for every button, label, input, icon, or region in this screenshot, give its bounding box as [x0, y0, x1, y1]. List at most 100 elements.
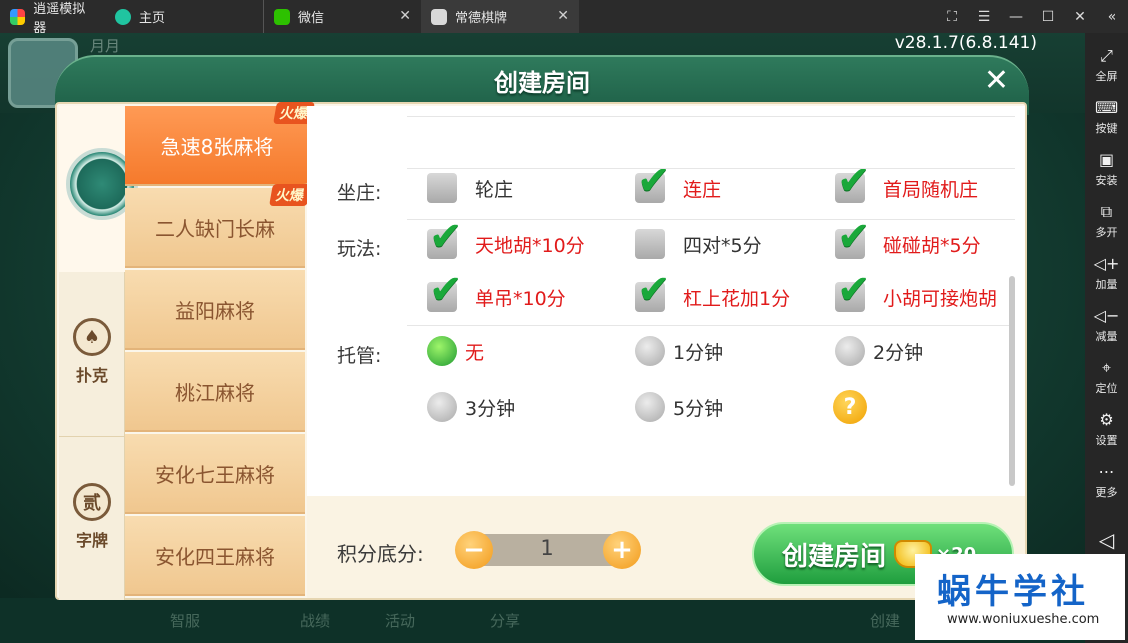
checkbox[interactable]: ✔ — [835, 270, 871, 312]
bottom-item[interactable]: 创建 — [870, 610, 900, 631]
checkbox[interactable]: ✔ — [427, 217, 463, 259]
banker-option[interactable]: ✔ 连庄 — [635, 161, 721, 203]
game-label: 二人缺门长麻 — [155, 216, 275, 241]
emulator-window: 逍遥模拟器 主页 微信 ✕ 常德棋牌 ✕ ⛶ ☰ — ☐ ✕ « 月月 ID:2 — [0, 0, 1128, 643]
collapse-icon[interactable]: « — [1096, 9, 1128, 25]
radio-button[interactable] — [635, 392, 665, 422]
sidebar-item-volume-down[interactable]: ◁− 减量 — [1085, 299, 1128, 351]
sidebar-label: 减量 — [1095, 329, 1118, 343]
auto-option[interactable]: 2分钟 — [835, 336, 923, 366]
divider — [407, 219, 1015, 220]
sidebar-item-volume-up[interactable]: ◁+ 加量 — [1085, 247, 1128, 299]
check-icon: ✔ — [837, 267, 871, 313]
option-label: 轮庄 — [475, 178, 514, 201]
volume-down-icon: ◁− — [1093, 305, 1120, 325]
game-item[interactable]: 安化四王麻将 — [125, 516, 305, 596]
close-icon[interactable]: ✕ — [1064, 9, 1096, 25]
score-stepper: 1 − + — [455, 531, 641, 569]
check-icon: ✔ — [837, 214, 871, 260]
watermark-url: www.woniuxueshe.com — [947, 612, 1100, 627]
bottom-item[interactable]: 分享 — [490, 610, 520, 631]
close-tab-icon[interactable]: ✕ — [557, 8, 569, 24]
checkbox[interactable]: ✔ — [635, 161, 671, 203]
auto-option[interactable]: 1分钟 — [635, 336, 723, 366]
play-option[interactable]: 四对*5分 — [635, 229, 762, 259]
check-icon: ✔ — [837, 158, 871, 204]
sidebar-item-install[interactable]: ▣ 安装 — [1085, 143, 1128, 195]
checkbox[interactable]: ✔ — [427, 270, 463, 312]
gear-icon: ⚙ — [1099, 409, 1114, 429]
scrollbar[interactable] — [1009, 276, 1015, 486]
option-label: 3分钟 — [465, 397, 516, 420]
plus-button[interactable]: + — [603, 531, 641, 569]
auto-label: 托管: — [337, 345, 382, 367]
sidebar-item-multi[interactable]: ⧉ 多开 — [1085, 195, 1128, 247]
sidebar-label: 安装 — [1095, 173, 1118, 187]
dialog-title: 创建房间 — [494, 69, 590, 97]
radio-button[interactable] — [427, 392, 457, 422]
game-label: 桃江麻将 — [175, 380, 255, 405]
sidebar-item-more[interactable]: ⋯ 更多 — [1085, 455, 1128, 507]
game-item[interactable]: 二人缺门长麻 火爆 — [125, 184, 311, 268]
location-icon: ⌖ — [1101, 357, 1111, 377]
sidebar-label: 更多 — [1095, 485, 1118, 499]
bottom-item[interactable]: 智服 — [170, 610, 200, 631]
tab-home[interactable]: 主页 — [105, 0, 263, 33]
menu-icon[interactable]: ☰ — [968, 9, 1000, 25]
fullscreen-icon[interactable]: ⛶ — [936, 9, 968, 25]
play-option[interactable]: ✔ 碰碰胡*5分 — [835, 217, 981, 259]
banker-option[interactable]: ✔ 首局随机庄 — [835, 161, 978, 203]
sidebar-label: 设置 — [1095, 433, 1118, 447]
category-poker[interactable]: ♠ 扑克 — [59, 272, 125, 432]
radio-button[interactable] — [635, 336, 665, 366]
sidebar-label: 全屏 — [1095, 69, 1118, 83]
option-label: 小胡可接炮胡 — [883, 287, 998, 310]
play-option[interactable]: ✔ 天地胡*10分 — [427, 217, 585, 259]
help-icon[interactable]: ? — [833, 390, 867, 424]
game-item[interactable]: 安化七王麻将 — [125, 434, 305, 514]
divider — [407, 168, 1015, 169]
option-label: 天地胡*10分 — [475, 234, 585, 257]
tab-label: 主页 — [139, 11, 166, 26]
minus-button[interactable]: − — [455, 531, 493, 569]
auto-option[interactable]: 3分钟 — [427, 392, 515, 422]
category-zipai[interactable]: 贰 字牌 — [59, 436, 125, 596]
checkbox[interactable] — [635, 229, 665, 259]
radio-button[interactable] — [835, 336, 865, 366]
tab-label: 逍遥模拟器 — [33, 1, 86, 36]
bottom-item[interactable]: 活动 — [385, 610, 415, 631]
spade-icon: ♠ — [73, 318, 111, 356]
maximize-icon[interactable]: ☐ — [1032, 9, 1064, 25]
game-item[interactable]: 急速8张麻将 火爆 — [125, 102, 315, 186]
game-item[interactable]: 桃江麻将 — [125, 352, 305, 432]
radio-button[interactable] — [427, 336, 457, 366]
sidebar-item-fullscreen[interactable]: ⤢ 全屏 — [1085, 39, 1128, 91]
close-dialog-icon[interactable]: ✕ — [984, 63, 1009, 98]
play-option[interactable]: ✔ 单吊*10分 — [427, 270, 566, 312]
checkbox[interactable]: ✔ — [835, 217, 871, 259]
play-option[interactable]: ✔ 小胡可接炮胡 — [835, 270, 998, 312]
checkbox[interactable] — [427, 173, 457, 203]
sidebar-item-keys[interactable]: ⌨ 按键 — [1085, 91, 1128, 143]
checkbox[interactable]: ✔ — [635, 270, 671, 312]
option-label: 1分钟 — [673, 341, 724, 364]
watermark-title: 蜗牛学社 — [937, 572, 1089, 612]
minimize-icon[interactable]: — — [1000, 9, 1032, 25]
sidebar-item-location[interactable]: ⌖ 定位 — [1085, 351, 1128, 403]
checkbox[interactable]: ✔ — [835, 161, 871, 203]
play-option[interactable]: ✔ 杠上花加1分 — [635, 270, 790, 312]
close-tab-icon[interactable]: ✕ — [399, 8, 411, 24]
auto-option[interactable]: 无 — [427, 336, 484, 366]
tab-wechat[interactable]: 微信 ✕ — [263, 0, 421, 33]
check-icon: ✔ — [429, 214, 463, 260]
tab-game[interactable]: 常德棋牌 ✕ — [421, 0, 579, 33]
sidebar-item-settings[interactable]: ⚙ 设置 — [1085, 403, 1128, 455]
auto-option[interactable]: 5分钟 — [635, 392, 723, 422]
hot-badge: 火爆 — [269, 184, 311, 206]
banker-option[interactable]: 轮庄 — [427, 173, 513, 203]
more-icon: ⋯ — [1098, 461, 1115, 481]
category-mahjong[interactable] — [59, 106, 138, 272]
game-item[interactable]: 益阳麻将 — [125, 270, 305, 350]
bottom-item[interactable]: 战绩 — [300, 610, 330, 631]
tab-emulator[interactable]: 逍遥模拟器 — [0, 0, 105, 36]
